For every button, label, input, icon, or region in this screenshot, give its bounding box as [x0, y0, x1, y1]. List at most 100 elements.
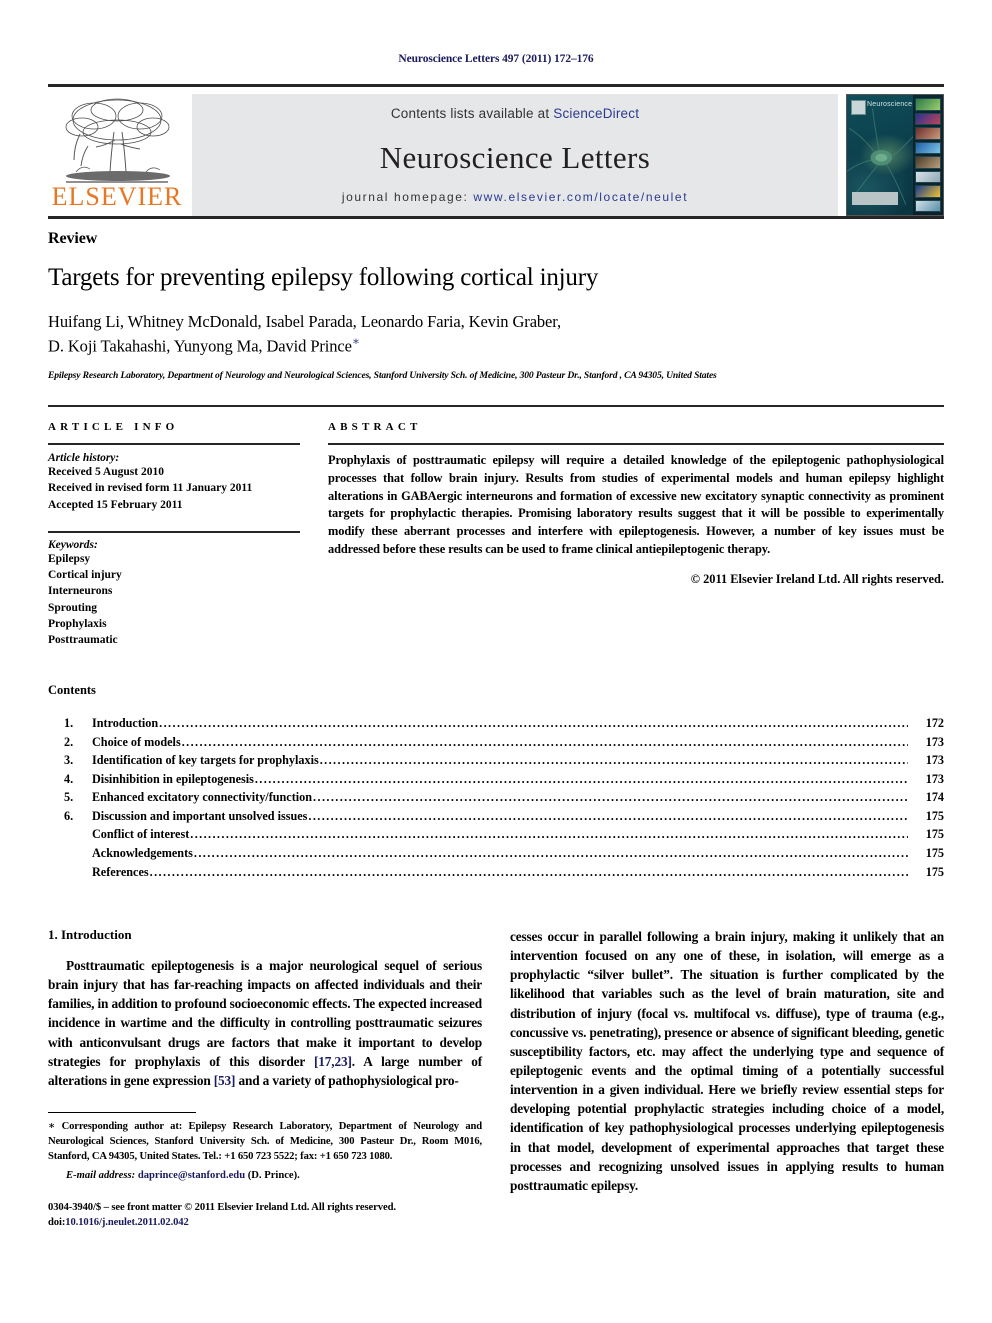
cover-thumb-cell: [915, 112, 941, 125]
toc-entry[interactable]: 6. Discussion and important unsolved iss…: [48, 807, 944, 826]
doi-link[interactable]: 10.1016/j.neulet.2011.02.042: [65, 1217, 189, 1228]
email-suffix: (D. Prince).: [247, 1170, 300, 1182]
cover-publisher-mark: [851, 100, 866, 115]
toc-label: Disinhibition in epileptogenesis: [92, 771, 254, 786]
body-column-left: 1. Introduction Posttraumatic epileptoge…: [48, 927, 482, 1230]
toc-page-number: 175: [925, 808, 944, 823]
doi-label: doi:: [48, 1217, 66, 1229]
toc-entry[interactable]: Conflict of interest ...................…: [48, 825, 944, 844]
article-history-item: Received in revised form 11 January 2011: [48, 482, 253, 495]
contents-section: Contents 1. Introduction ...............…: [48, 683, 944, 881]
toc-label: Enhanced excitatory connectivity/functio…: [92, 790, 313, 805]
elsevier-wordmark: ELSEVIER: [51, 182, 183, 211]
toc-entry[interactable]: References .............................…: [48, 862, 944, 881]
toc-page-number: 175: [925, 827, 944, 842]
cover-label-band: [852, 192, 898, 205]
toc-label: Identification of key targets for prophy…: [92, 753, 319, 768]
toc-entry[interactable]: 4. Disinhibition in epileptogenesis ....…: [48, 770, 944, 789]
toc-entry[interactable]: 1. Introduction ........................…: [48, 714, 944, 733]
contents-heading: Contents: [48, 682, 96, 697]
toc-leader-dots: ........................................…: [149, 865, 908, 878]
toc-leader-dots: ........................................…: [190, 828, 908, 841]
doi-line: doi:10.1016/j.neulet.2011.02.042: [48, 1215, 482, 1230]
article-type-label: Review: [48, 230, 98, 247]
article-info-heading: ARTICLE INFO: [48, 420, 179, 433]
toc-entry[interactable]: Acknowledgements .......................…: [48, 844, 944, 863]
toc-number: 3.: [64, 753, 74, 768]
journal-cover-thumbnail: Neuroscience Letters: [846, 94, 944, 216]
toc-label: Acknowledgements: [92, 846, 193, 861]
toc-leader-dots: ........................................…: [159, 716, 908, 730]
cover-thumbnail-strip: [913, 95, 943, 215]
section-heading-introduction: 1. Introduction: [48, 927, 132, 942]
abstract-divider: [328, 442, 944, 445]
toc-page-number: 175: [925, 864, 944, 879]
corresponding-author-note: ∗ Corresponding author at: Epilepsy Rese…: [48, 1120, 482, 1163]
toc-number: 4.: [64, 771, 74, 786]
email-link[interactable]: daprince@stanford.edu: [138, 1170, 245, 1181]
article-history-label: Article history:: [48, 451, 120, 464]
intro-text-part-3: and a variety of pathophysiological pro-: [235, 1072, 459, 1088]
article-info-column: ARTICLE INFO Article history: Received 5…: [48, 421, 328, 649]
contents-lists-prefix: Contents lists available at: [390, 106, 550, 121]
intro-text-part-1: Posttraumatic epileptogenesis is a major…: [48, 958, 482, 1069]
cover-thumb-cell: [915, 127, 941, 140]
keyword-item: Prophylaxis: [48, 618, 107, 631]
author-line-1: Huifang Li, Whitney McDonald, Isabel Par…: [48, 311, 562, 331]
elsevier-tree-icon: [58, 94, 176, 186]
toc-page-number: 173: [925, 771, 944, 786]
journal-homepage-label: journal homepage:: [341, 190, 469, 204]
email-label: E-mail address:: [66, 1170, 136, 1182]
author-line-2: D. Koji Takahashi, Yunyong Ma, David Pri…: [48, 336, 352, 356]
issn-copyright-block: 0304-3940/$ – see front matter © 2011 El…: [48, 1200, 482, 1230]
toc-page-number: 175: [925, 846, 944, 861]
contents-list: 1. Introduction ........................…: [48, 714, 944, 881]
toc-entry[interactable]: 3. Identification of key targets for pro…: [48, 751, 944, 770]
toc-leader-dots: ........................................…: [181, 735, 908, 748]
cover-thumb-cell: [915, 185, 941, 198]
corresponding-author-marker: ∗: [351, 333, 360, 348]
body-column-right: cesses occur in parallel following a bra…: [510, 927, 944, 1230]
affiliation: Epilepsy Research Laboratory, Department…: [48, 369, 717, 381]
issn-line: 0304-3940/$ – see front matter © 2011 El…: [48, 1202, 396, 1214]
footnote-block: ∗ Corresponding author at: Epilepsy Rese…: [48, 1111, 482, 1230]
cover-thumb-cell: [915, 156, 941, 169]
page-title: Targets for preventing epilepsy followin…: [48, 264, 599, 291]
keywords-block: Keywords: Epilepsy Cortical injury Inter…: [48, 530, 300, 649]
toc-entry[interactable]: 5. Enhanced excitatory connectivity/func…: [48, 788, 944, 807]
cover-thumb-cell: [915, 98, 941, 111]
citation-ref[interactable]: [53]: [214, 1073, 236, 1088]
keywords-label: Keywords:: [48, 538, 98, 551]
toc-number: 6.: [64, 808, 74, 823]
cover-thumb-cell: [915, 141, 941, 154]
keywords-divider: [48, 530, 300, 533]
banner-bottom-rule: [48, 216, 944, 219]
cover-thumb-cell: [915, 170, 941, 183]
sciencedirect-link[interactable]: ScienceDirect: [553, 106, 639, 121]
info-abstract-region: ARTICLE INFO Article history: Received 5…: [48, 404, 944, 649]
introduction-paragraph-right: cesses occur in parallel following a bra…: [510, 929, 944, 1193]
toc-leader-dots: ........................................…: [308, 809, 908, 823]
toc-label: References: [92, 864, 149, 879]
citation-ref[interactable]: [17,23]: [314, 1054, 352, 1069]
introduction-paragraph-left: Posttraumatic epileptogenesis is a major…: [48, 956, 482, 1090]
keyword-item: Sprouting: [48, 601, 98, 614]
toc-page-number: 174: [925, 790, 944, 805]
journal-banner: ELSEVIER Contents lists available at Sci…: [48, 84, 944, 219]
abstract-body: Prophylaxis of posttraumatic epilepsy wi…: [328, 452, 944, 557]
toc-number: 5.: [64, 790, 74, 805]
toc-label: Choice of models: [92, 734, 181, 749]
journal-homepage-url[interactable]: www.elsevier.com/locate/neulet: [473, 190, 688, 204]
journal-article-page: Neuroscience Letters 497 (2011) 172–176: [0, 0, 992, 1323]
running-head: Neuroscience Letters 497 (2011) 172–176: [398, 53, 594, 65]
toc-leader-dots: ........................................…: [254, 772, 908, 785]
toc-entry[interactable]: 2. Choice of models ....................…: [48, 732, 944, 751]
toc-page-number: 173: [925, 734, 944, 749]
abstract-copyright: © 2011 Elsevier Ireland Ltd. All rights …: [690, 572, 944, 586]
keyword-item: Interneurons: [48, 585, 113, 598]
toc-label: Conflict of interest: [92, 827, 190, 842]
journal-title: Neuroscience Letters: [379, 140, 651, 175]
keyword-item: Posttraumatic: [48, 634, 118, 647]
toc-leader-dots: ........................................…: [319, 754, 908, 767]
email-line: E-mail address: daprince@stanford.edu (D…: [48, 1168, 482, 1183]
